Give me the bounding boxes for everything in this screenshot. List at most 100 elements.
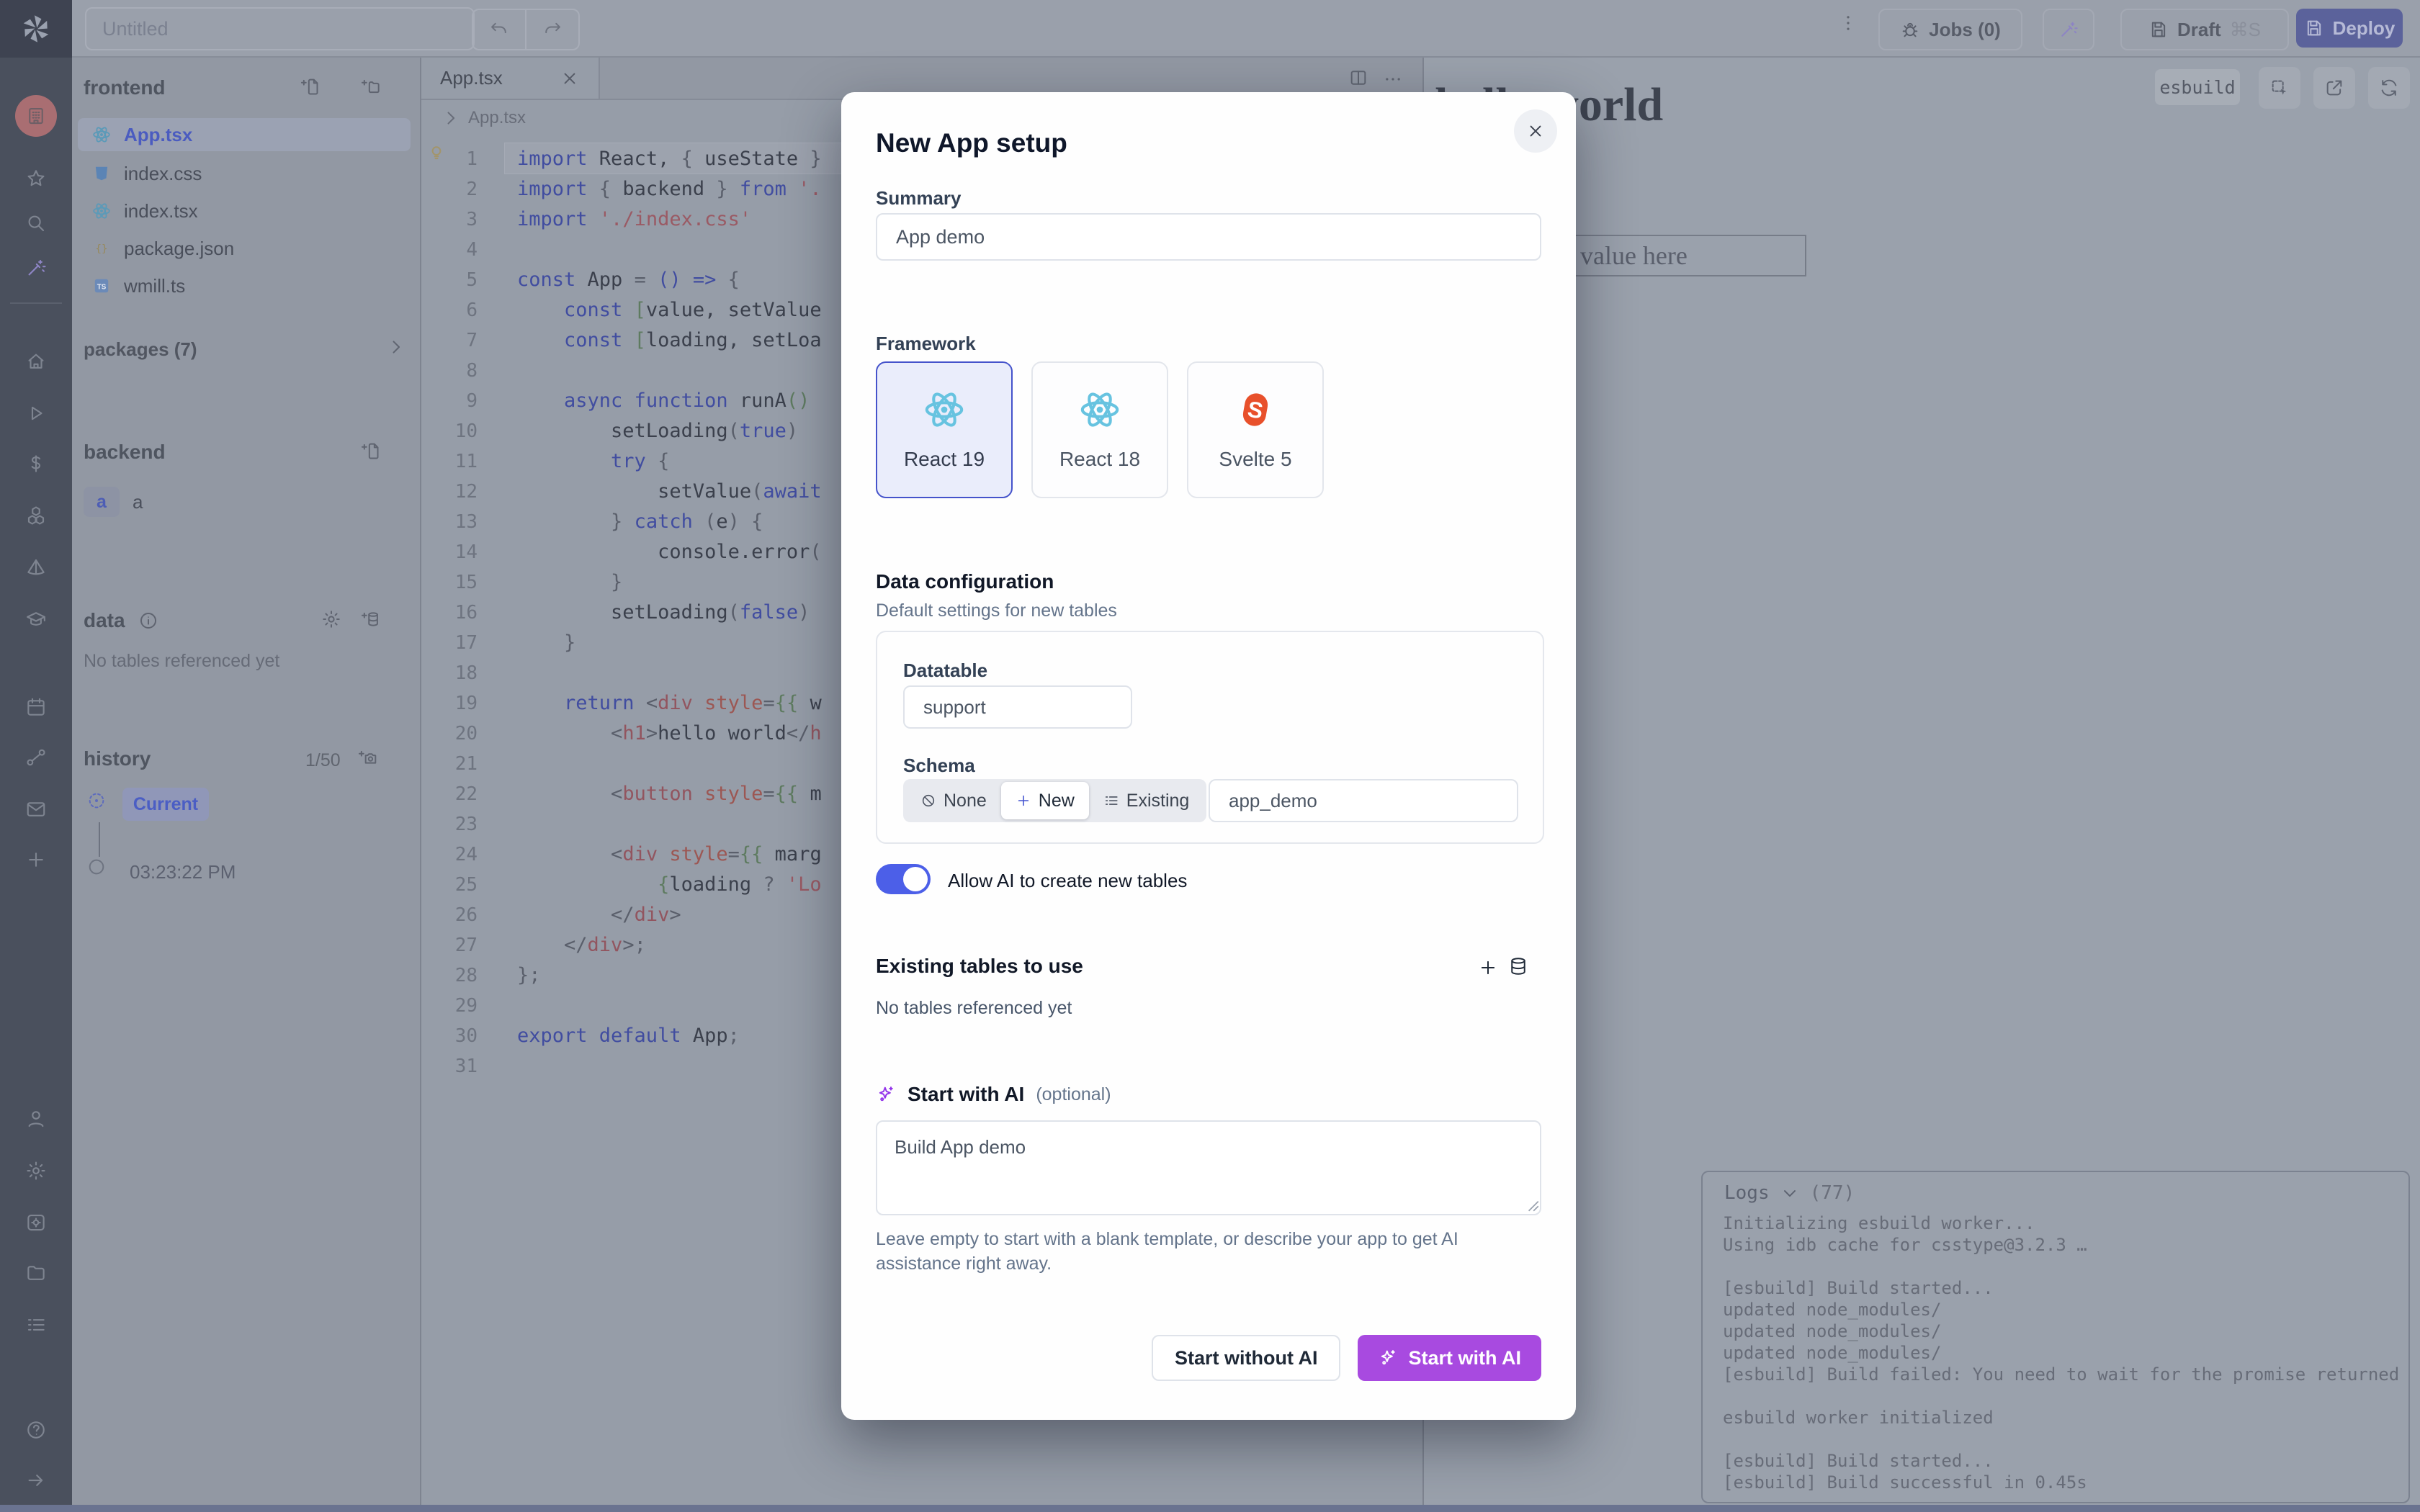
existing-tables-add-button[interactable] [1478, 958, 1498, 978]
code-line: }; [517, 960, 541, 991]
schema-segmented-control: NoneNewExisting [903, 779, 1206, 822]
code-line: </div> [517, 900, 681, 930]
file-item-package.json[interactable]: {}package.json [78, 232, 411, 265]
rail-add-icon[interactable] [22, 845, 50, 874]
allow-ai-toggle-label: Allow AI to create new tables [948, 870, 1187, 892]
windmill-logo[interactable] [0, 0, 72, 58]
esbuild-badge[interactable]: esbuild [2155, 69, 2240, 105]
summary-input[interactable] [876, 213, 1541, 261]
rail-expand-icon[interactable] [22, 1466, 50, 1495]
history-current-badge[interactable]: Current [122, 788, 209, 821]
undo-button[interactable] [473, 10, 526, 49]
rail-star-icon[interactable] [22, 164, 50, 193]
framework-card-react-18[interactable]: React 18 [1031, 361, 1168, 498]
add-file-button[interactable] [300, 76, 320, 96]
datatable-input[interactable] [903, 685, 1132, 729]
rail-settings-icon[interactable] [22, 1156, 50, 1185]
logs-panel[interactable]: Logs (77) Initializing esbuild worker...… [1701, 1171, 2410, 1503]
line-number: 14 [421, 537, 478, 567]
file-item-App.tsx[interactable]: App.tsx [78, 118, 411, 151]
logs-title[interactable]: Logs [1724, 1182, 1770, 1204]
rail-help-icon[interactable] [22, 1416, 50, 1444]
schema-name-input[interactable] [1209, 779, 1518, 822]
rail-school-icon[interactable] [22, 605, 50, 634]
code-line: async function runA() [517, 386, 810, 416]
info-icon [138, 611, 158, 631]
editor-more-button[interactable] [1383, 69, 1403, 89]
backend-add-file-icon [360, 441, 380, 461]
rail-mail-icon[interactable] [22, 795, 50, 824]
draft-button[interactable]: Draft ⌘S [2120, 9, 2289, 50]
data-info-icon[interactable] [138, 611, 158, 631]
rail-dollar-icon[interactable] [22, 449, 50, 478]
app-title-input[interactable]: Untitled [85, 7, 475, 50]
existing-tables-db-button[interactable] [1508, 956, 1528, 976]
code-line: import { backend } from '. [517, 174, 822, 204]
more-menu-button[interactable] [1838, 13, 1858, 33]
logs-dropdown-icon[interactable] [1780, 1183, 1800, 1203]
refresh-preview-button[interactable] [2368, 67, 2410, 109]
bug-icon [1900, 19, 1920, 40]
database-icon [1508, 956, 1528, 976]
line-number: 15 [421, 567, 478, 598]
editor-tab-apptsx[interactable]: App.tsx [421, 58, 600, 99]
deploy-save-icon [2304, 18, 2324, 38]
rail-user-icon[interactable] [22, 1104, 50, 1133]
add-folder-button[interactable] [360, 76, 380, 96]
rail-workspace-icon[interactable] [15, 95, 57, 137]
redo-button[interactable] [526, 10, 578, 49]
code-line: return <div style={{ w [517, 688, 822, 719]
open-external-button[interactable] [2313, 67, 2355, 109]
backend-add-file-button[interactable] [360, 441, 380, 461]
rail-home-icon[interactable] [22, 347, 50, 376]
data-settings-button[interactable] [321, 609, 341, 629]
schema-option-new[interactable]: New [1001, 782, 1089, 819]
history-snapshot-button[interactable] [357, 747, 377, 768]
rail-play-icon[interactable] [22, 399, 50, 428]
framework-card-svelte-5[interactable]: SSvelte 5 [1187, 361, 1324, 498]
file-item-wmill.ts[interactable]: TSwmill.ts [78, 269, 411, 302]
ai-prompt-textarea[interactable]: Build App demo [876, 1120, 1541, 1215]
allow-ai-toggle[interactable] [876, 864, 931, 894]
inspect-element-button[interactable] [2259, 67, 2300, 109]
history-timestamp[interactable]: 03:23:22 PM [130, 861, 236, 883]
rail-list-icon[interactable] [22, 1310, 50, 1339]
data-add-table-button[interactable] [360, 609, 380, 629]
code-line: import './index.css' [517, 204, 751, 235]
modal-close-button[interactable] [1514, 109, 1557, 153]
code-line: <button style={{ m [517, 779, 822, 809]
deploy-button[interactable]: Deploy [2296, 9, 2403, 48]
textarea-resize-handle[interactable] [1524, 1197, 1540, 1212]
rail-folder-icon[interactable] [22, 1259, 50, 1287]
tab-close-button[interactable] [560, 68, 580, 89]
jobs-button[interactable]: Jobs (0) [1878, 9, 2022, 50]
ai-wand-button[interactable] [2043, 9, 2094, 50]
code-line: export default App; [517, 1021, 740, 1051]
rail-route-icon[interactable] [22, 743, 50, 772]
packages-toggle[interactable]: packages (7) [84, 338, 197, 361]
rail-resources-icon[interactable] [22, 501, 50, 530]
backend-item-badge[interactable]: a [84, 487, 120, 517]
packages-chevron[interactable] [386, 337, 406, 357]
rail-pyramid-icon[interactable] [22, 553, 50, 582]
rail-wand-icon[interactable] [22, 253, 50, 282]
breadcrumb[interactable]: App.tsx [441, 108, 526, 128]
backend-item-label[interactable]: a [133, 491, 143, 513]
start-with-ai-button[interactable]: Start with AI [1358, 1335, 1541, 1381]
file-item-index.tsx[interactable]: index.tsx [78, 194, 411, 228]
rail-worker-settings-icon[interactable] [22, 1208, 50, 1237]
refresh-icon [2379, 78, 2399, 98]
line-number: 8 [421, 356, 478, 386]
line-number: 3 [421, 204, 478, 235]
rail-calendar-icon[interactable] [22, 693, 50, 721]
close-icon [560, 68, 580, 89]
split-editor-button[interactable] [1348, 68, 1368, 88]
schema-option-existing[interactable]: Existing [1089, 782, 1204, 819]
select-cursor-icon [2269, 78, 2290, 98]
start-without-ai-button[interactable]: Start without AI [1152, 1335, 1340, 1381]
file-item-index.css[interactable]: index.css [78, 157, 411, 190]
rail-search-icon[interactable] [22, 209, 50, 238]
framework-card-react-19[interactable]: React 19 [876, 361, 1013, 498]
line-number: 10 [421, 416, 478, 446]
schema-option-none[interactable]: None [906, 782, 1001, 819]
